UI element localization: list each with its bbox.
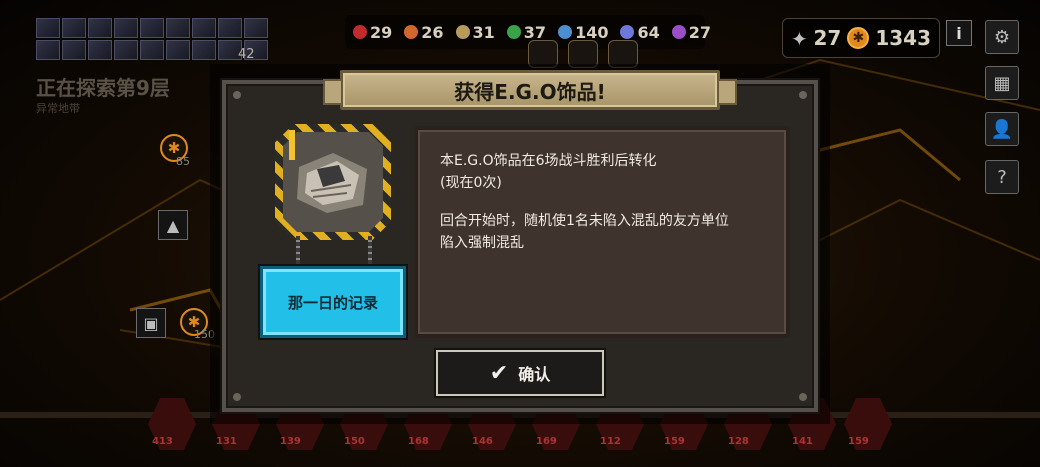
help-button[interactable]: ?: [985, 160, 1019, 194]
ore-icon: [455, 25, 470, 39]
resource-bar: 29 26 31 37 140 64 27: [345, 15, 711, 49]
level-value: 27: [813, 26, 842, 50]
map-icon: ▦: [993, 72, 1011, 94]
desc-effect-cont: 陷入强制混乱: [440, 235, 524, 251]
chain: [296, 236, 300, 270]
leaf-icon: [506, 25, 521, 39]
dialog-title: 获得E.G.O饰品!: [454, 79, 606, 104]
item-name: 那一日的记录: [287, 293, 378, 312]
unit-slot[interactable]: 159: [844, 398, 892, 454]
question-icon: ?: [997, 166, 1007, 188]
item-image: [283, 132, 383, 232]
star-icon: ✦: [791, 27, 808, 51]
spike-node-icon[interactable]: ▲: [158, 210, 188, 240]
item-name-plate: 那一日的记录: [260, 266, 406, 338]
checkmark-icon: ✔: [489, 360, 509, 386]
resource-flesh: 26: [404, 23, 444, 42]
flesh-icon: [404, 25, 419, 39]
unit-slot[interactable]: 413: [148, 398, 196, 454]
coin-icon: ✱: [847, 27, 870, 49]
resource-cog: 140: [558, 23, 608, 42]
coin-node-value: 85: [176, 155, 190, 168]
confirm-button[interactable]: ✔ 确认: [436, 350, 604, 396]
resource-crystal: 27: [671, 23, 711, 42]
info-button[interactable]: i: [946, 20, 972, 46]
desc-effect: 回合开始时，随机使1名未陷入混乱的友方单位: [440, 213, 729, 229]
resource-gem: 64: [620, 23, 660, 42]
party-portrait-strip[interactable]: [36, 18, 268, 62]
map-button[interactable]: ▦: [985, 66, 1019, 100]
resource-leaf: 37: [506, 23, 546, 42]
party-count: 42: [238, 47, 255, 62]
crystal-icon: [671, 25, 686, 39]
cog-icon: [558, 25, 573, 39]
item-description-box: 本E.G.O饰品在6场战斗胜利后转化 (现在0次) 回合开始时，随机使1名未陷入…: [414, 126, 790, 338]
character-button[interactable]: 👤: [985, 112, 1019, 146]
explore-title: 正在探索第9层: [36, 76, 170, 100]
settings-button[interactable]: ⚙: [985, 20, 1019, 54]
chain: [368, 236, 372, 270]
cube-node-icon[interactable]: ▣: [136, 308, 166, 338]
desc-progress: (现在0次): [440, 175, 502, 191]
gem-icon: [620, 25, 635, 39]
resource-blood: 29: [353, 23, 392, 42]
gear-icon: ⚙: [993, 26, 1011, 48]
dialog-title-plate: 获得E.G.O饰品!: [323, 70, 737, 110]
desc-condition: 本E.G.O饰品在6场战斗胜利后转化: [440, 153, 657, 169]
confirm-label: 确认: [518, 365, 551, 384]
blood-drop-icon: [353, 25, 367, 39]
currency-panel: ✦ 27 ✱ 1343: [782, 18, 940, 58]
coin-value: 1343: [875, 26, 931, 50]
papers-icon: [297, 153, 367, 213]
person-icon: 👤: [990, 118, 1014, 140]
resource-ore: 31: [455, 23, 495, 42]
item-tier-bar: [289, 130, 295, 160]
explore-subtitle: 异常地带: [36, 102, 80, 115]
